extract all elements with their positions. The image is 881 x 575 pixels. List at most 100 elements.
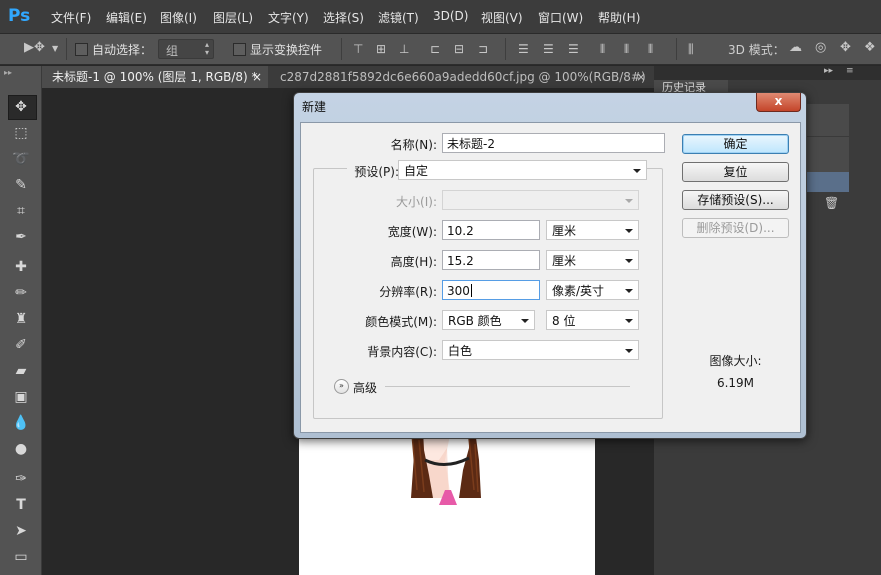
lasso-tool-icon[interactable]: ➰	[12, 150, 30, 168]
menu-view[interactable]: 视图(V)	[481, 9, 523, 26]
show-transform-checkbox[interactable]	[233, 43, 246, 56]
eraser-tool-icon[interactable]: ▰	[12, 362, 30, 380]
image-size-value: 6.19M	[716, 376, 755, 390]
auto-select-target-select[interactable]: 组 ▴ ▾	[158, 39, 214, 59]
resolution-label: 分辨率(R):	[379, 285, 437, 299]
3d-slide-icon[interactable]: ❖	[864, 41, 876, 55]
marquee-tool-icon[interactable]: ⬚	[12, 124, 30, 142]
menu-edit[interactable]: 编辑(E)	[106, 9, 147, 26]
collapse-toolbar-icon[interactable]: ▸▸	[4, 68, 12, 77]
collapse-panels-icon[interactable]: ▸▸	[824, 66, 833, 76]
distribute-bottom-icon[interactable]: ☰	[568, 42, 579, 56]
move-tool-preset-icon[interactable]: ▶✥	[24, 41, 45, 55]
blur-tool-icon[interactable]: 💧	[12, 414, 30, 432]
portrait-artwork	[411, 430, 481, 505]
history-state-selected[interactable]	[804, 172, 849, 192]
height-input[interactable]: 15.2	[442, 250, 540, 270]
menu-window[interactable]: 窗口(W)	[538, 9, 583, 26]
width-unit-select[interactable]: 厘米	[546, 220, 639, 240]
auto-align-icon[interactable]: ⫼	[688, 42, 694, 56]
advanced-label[interactable]: 高级	[353, 379, 377, 396]
rectangle-tool-icon[interactable]: ▭	[12, 548, 30, 566]
menu-type[interactable]: 文字(Y)	[268, 9, 309, 26]
menu-layer[interactable]: 图层(L)	[213, 9, 253, 26]
resolution-unit-select[interactable]: 像素/英寸	[546, 280, 639, 300]
gradient-tool-icon[interactable]: ▣	[12, 388, 30, 406]
path-selection-tool-icon[interactable]: ➤	[12, 522, 30, 540]
height-unit-select[interactable]: 厘米	[546, 250, 639, 270]
distribute-hcenter-icon[interactable]: ⫴	[624, 42, 629, 56]
width-input[interactable]: 10.2	[442, 220, 540, 240]
menu-file[interactable]: 文件(F)	[51, 9, 91, 26]
name-input[interactable]: 未标题-2	[442, 133, 665, 153]
expand-advanced-icon[interactable]: »	[334, 379, 349, 394]
trash-icon[interactable]: 🗑	[824, 196, 839, 210]
align-right-icon[interactable]: ⊐	[478, 42, 488, 56]
chevron-down-icon	[625, 229, 633, 233]
align-top-icon[interactable]: ⊤	[353, 42, 363, 56]
distribute-left-icon[interactable]: ⫴	[600, 42, 605, 56]
background-contents-select[interactable]: 白色	[442, 340, 639, 360]
preset-label: 预设(P):	[347, 163, 401, 180]
close-icon: x	[774, 94, 783, 108]
auto-select-target-value: 组	[166, 44, 179, 58]
align-left-icon[interactable]: ⊏	[430, 42, 440, 56]
document-canvas[interactable]	[299, 430, 595, 575]
color-mode-label: 颜色模式(M):	[365, 315, 437, 329]
brush-tool-icon[interactable]: ✏	[12, 284, 30, 302]
menu-3d[interactable]: 3D(D)	[433, 9, 468, 23]
resolution-input[interactable]: 300	[442, 280, 540, 300]
3d-orbit-icon[interactable]: ☁	[789, 41, 802, 55]
tab-untitled-1[interactable]: 未标题-1 @ 100% (图层 1, RGB/8) * ×	[42, 66, 268, 88]
pen-tool-icon[interactable]: ✑	[12, 470, 30, 488]
menu-select[interactable]: 选择(S)	[323, 9, 364, 26]
align-bottom-icon[interactable]: ⊥	[399, 42, 409, 56]
menu-image[interactable]: 图像(I)	[160, 9, 197, 26]
crop-tool-icon[interactable]: ⌗	[12, 202, 30, 220]
name-label: 名称(N):	[390, 138, 437, 152]
align-hcenter-icon[interactable]: ⊟	[454, 42, 464, 56]
auto-select-checkbox[interactable]	[75, 43, 88, 56]
chevron-down-icon	[633, 169, 641, 173]
history-list	[804, 104, 849, 192]
preset-select[interactable]: 自定	[398, 160, 647, 180]
type-tool-icon[interactable]: T	[12, 496, 30, 514]
eyedropper-tool-icon[interactable]: ✒	[12, 228, 30, 246]
ok-button[interactable]: 确定	[682, 134, 789, 154]
close-icon[interactable]: ×	[636, 66, 646, 88]
color-mode-value: RGB 颜色	[448, 314, 502, 328]
clone-stamp-tool-icon[interactable]: ♜	[12, 310, 30, 328]
distribute-top-icon[interactable]: ☰	[518, 42, 529, 56]
reset-button[interactable]: 复位	[682, 162, 789, 182]
distribute-right-icon[interactable]: ⫴	[648, 42, 653, 56]
panel-menu-icon[interactable]: ≡	[846, 66, 854, 76]
background-contents-label: 背景内容(C):	[367, 345, 437, 359]
bit-depth-value: 8 位	[552, 314, 576, 328]
close-icon[interactable]: ×	[252, 66, 262, 88]
bit-depth-select[interactable]: 8 位	[546, 310, 639, 330]
move-tool-icon[interactable]: ✥	[12, 98, 30, 116]
menu-filter[interactable]: 滤镜(T)	[378, 9, 419, 26]
size-select[interactable]	[442, 190, 639, 210]
align-vcenter-icon[interactable]: ⊞	[376, 42, 386, 56]
color-mode-select[interactable]: RGB 颜色	[442, 310, 535, 330]
3d-pan-icon[interactable]: ✥	[840, 41, 851, 55]
quick-select-tool-icon[interactable]: ✎	[12, 176, 30, 194]
dodge-tool-icon[interactable]: ●	[12, 440, 30, 458]
panel-dock-header: ▸▸ ≡	[654, 66, 881, 80]
menu-help[interactable]: 帮助(H)	[598, 9, 640, 26]
separator	[676, 38, 677, 60]
chevron-down-icon[interactable]: ▼	[52, 42, 58, 56]
tab-jpg-document[interactable]: c287d2881f5892dc6e660a9adedd60cf.jpg @ 1…	[270, 66, 656, 88]
photoshop-logo: Ps	[8, 6, 31, 26]
resolution-value: 300	[447, 284, 470, 298]
size-label: 大小(I):	[396, 195, 437, 209]
healing-brush-tool-icon[interactable]: ✚	[12, 258, 30, 276]
3d-roll-icon[interactable]: ◎	[815, 41, 826, 55]
history-brush-tool-icon[interactable]: ✐	[12, 336, 30, 354]
delete-preset-button[interactable]: 删除预设(D)...	[682, 218, 789, 238]
save-preset-button[interactable]: 存储预设(S)...	[682, 190, 789, 210]
chevron-down-icon	[625, 199, 633, 203]
distribute-vcenter-icon[interactable]: ☰	[543, 42, 554, 56]
dialog-close-button[interactable]: x	[756, 93, 801, 112]
